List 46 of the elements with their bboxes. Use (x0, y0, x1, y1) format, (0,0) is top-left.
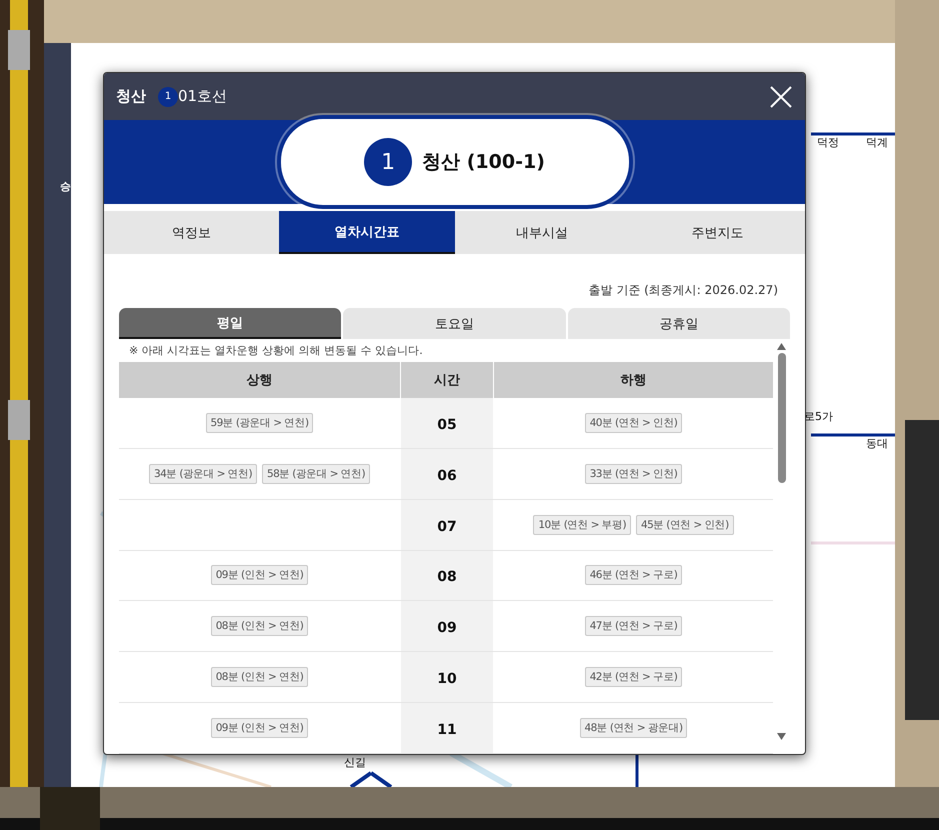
hour-cell: 06 (401, 448, 493, 499)
column-header: 상행 (119, 362, 400, 398)
tab[interactable]: 열차시간표 (279, 211, 454, 254)
hour-cell: 07 (401, 500, 493, 550)
station-label: 로5가 (804, 409, 833, 424)
departure-chip[interactable]: 42분 (연천 > 구로) (584, 667, 682, 688)
basis-note: 출발 기준 (최종게시: 2026.02.27) (588, 282, 778, 299)
station-label: 덕정 (817, 135, 839, 150)
station-label: 덕계 (866, 135, 888, 150)
hour-cell: 09 (401, 601, 493, 652)
column-header: 하행 (494, 362, 773, 398)
line-number-badge: 1 (364, 138, 412, 186)
hour-cell: 11 (401, 703, 493, 753)
close-button[interactable] (769, 84, 793, 108)
hour-cell: 05 (401, 398, 493, 448)
departure-chip[interactable]: 46분 (연천 > 구로) (584, 565, 682, 586)
departure-chip[interactable]: 34분 (광운대 > 연천) (149, 464, 257, 484)
departure-chip[interactable]: 08분 (인천 > 연천) (210, 616, 308, 636)
scroll-thumb[interactable] (778, 353, 786, 483)
notice-text: ※ 아래 시각표는 열차운행 상황에 의해 변동될 수 있습니다. (128, 343, 424, 359)
scroll-up-icon[interactable] (777, 343, 786, 350)
departure-chip[interactable]: 58분 (광운대 > 연천) (262, 464, 370, 484)
departure-chip[interactable]: 08분 (인천 > 연천) (210, 667, 308, 688)
hour-cell: 08 (401, 550, 493, 600)
scroll-down-icon[interactable] (777, 733, 786, 740)
departure-chip[interactable]: 10분 (연천 > 부평) (533, 514, 631, 535)
line-badge: 1 (158, 86, 178, 106)
departure-chip[interactable]: 33분 (연천 > 인천) (584, 464, 682, 484)
departure-chip[interactable]: 09분 (인천 > 연천) (210, 718, 308, 738)
departure-chip[interactable]: 09분 (인천 > 연천) (210, 565, 308, 586)
station-label: 동대 (866, 436, 888, 451)
dialog-title: 청산 (116, 87, 146, 106)
day-tab[interactable]: 공휴일 (568, 308, 790, 339)
column-header: 시간 (401, 362, 493, 398)
departure-chip[interactable]: 59분 (광운대 > 연천) (206, 412, 314, 433)
line-name: 01호선 (178, 87, 228, 106)
hour-cell: 10 (401, 652, 493, 702)
departure-chip[interactable]: 40분 (연천 > 인천) (584, 412, 682, 433)
day-tab[interactable]: 토요일 (343, 308, 566, 339)
day-tab[interactable]: 평일 (119, 308, 342, 339)
station-name: 청산 (100-1) (422, 150, 545, 175)
departure-chip[interactable]: 48분 (연천 > 광운대) (580, 718, 688, 738)
departure-chip[interactable]: 45분 (연천 > 인천) (636, 514, 734, 535)
sidebar-label: 승 (60, 179, 71, 194)
station-label: 신길 (344, 755, 366, 770)
departure-chip[interactable]: 47분 (연천 > 구로) (584, 616, 682, 636)
